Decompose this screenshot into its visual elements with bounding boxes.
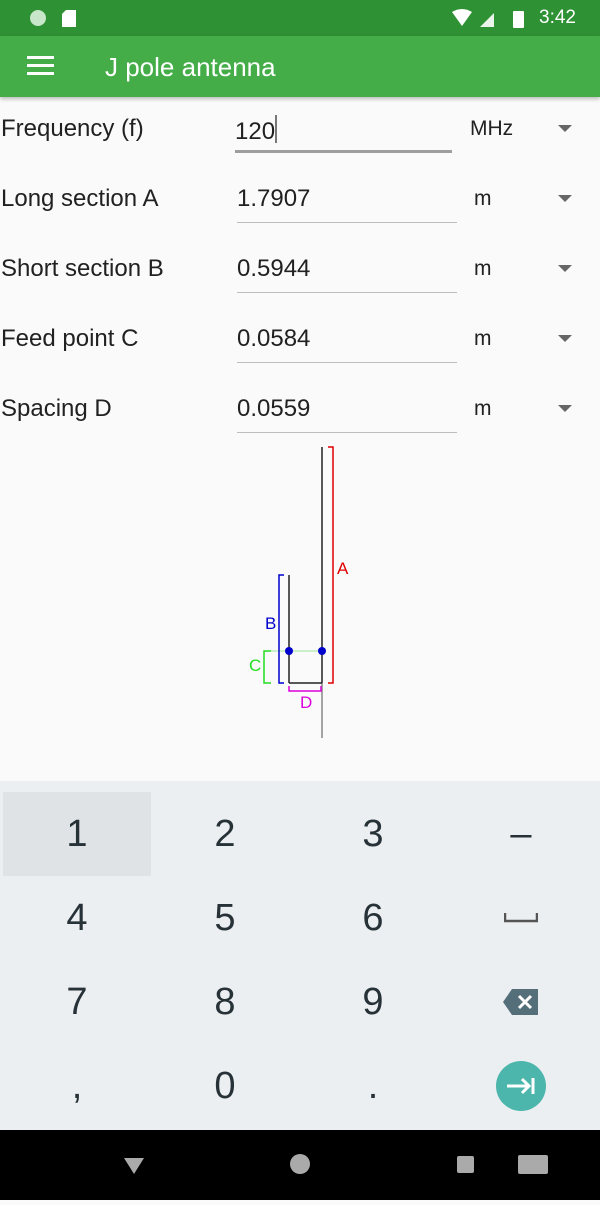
key-5[interactable]: 5 bbox=[151, 876, 299, 960]
key-3[interactable]: 3 bbox=[299, 792, 447, 876]
key-comma[interactable]: , bbox=[3, 1044, 151, 1128]
key-space[interactable] bbox=[447, 876, 595, 960]
keyboard-switch-icon[interactable] bbox=[518, 1155, 548, 1174]
antenna-diagram: A B C D bbox=[249, 446, 349, 738]
key-backspace[interactable] bbox=[447, 960, 595, 1044]
backspace-icon bbox=[503, 989, 538, 1015]
label-d: D bbox=[300, 693, 312, 712]
back-icon[interactable] bbox=[124, 1158, 144, 1174]
key-6[interactable]: 6 bbox=[299, 876, 447, 960]
recents-icon[interactable] bbox=[457, 1156, 474, 1173]
key-0[interactable]: 0 bbox=[151, 1044, 299, 1128]
key-4[interactable]: 4 bbox=[3, 876, 151, 960]
bracket-a bbox=[328, 446, 334, 684]
numeric-keyboard: 1 2 3 – 4 5 6 7 8 9 , 0 . bbox=[0, 781, 600, 1130]
nav-buttons bbox=[124, 1154, 548, 1174]
space-icon bbox=[504, 913, 538, 923]
key-1[interactable]: 1 bbox=[3, 792, 151, 876]
key-2[interactable]: 2 bbox=[151, 792, 299, 876]
key-next[interactable] bbox=[447, 1044, 595, 1128]
bracket-b bbox=[278, 574, 284, 684]
key-7[interactable]: 7 bbox=[3, 960, 151, 1044]
key-9[interactable]: 9 bbox=[299, 960, 447, 1044]
bracket-c bbox=[263, 650, 271, 684]
home-icon[interactable] bbox=[290, 1154, 310, 1174]
navigation-bar bbox=[0, 1130, 600, 1200]
bracket-d bbox=[288, 686, 322, 692]
key-8[interactable]: 8 bbox=[151, 960, 299, 1044]
label-a: A bbox=[337, 559, 349, 578]
feed-point-dot bbox=[318, 647, 326, 655]
feed-point-dot bbox=[285, 647, 293, 655]
label-c: C bbox=[249, 656, 261, 675]
key-minus[interactable]: – bbox=[447, 792, 595, 876]
label-b: B bbox=[265, 614, 276, 633]
next-field-icon bbox=[496, 1061, 546, 1111]
key-period[interactable]: . bbox=[299, 1044, 447, 1128]
